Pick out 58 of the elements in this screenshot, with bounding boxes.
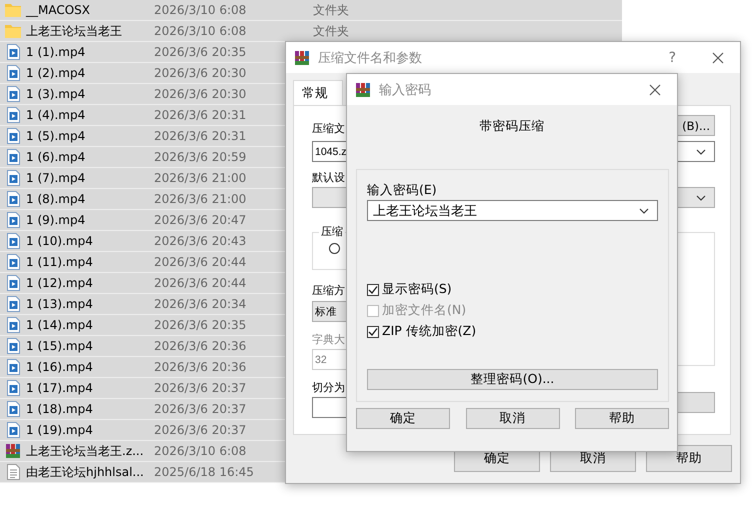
file-date: 2026/3/6 20:47 (154, 213, 246, 227)
file-name: 1 (14).mp4 (26, 318, 93, 332)
dialog-heading: 带密码压缩 (478, 118, 546, 135)
file-name: 1 (13).mp4 (26, 297, 93, 311)
file-name: 1 (8).mp4 (26, 192, 86, 206)
field-label: 输入密码(E) (367, 182, 438, 199)
file-date: 2026/3/6 20:36 (154, 339, 246, 353)
file-date: 2026/3/6 20:43 (154, 234, 246, 248)
file-date: 2026/3/6 20:35 (154, 45, 246, 59)
file-date: 2026/3/6 20:37 (154, 381, 246, 395)
file-name: 上老王论坛当老王.z... (26, 442, 144, 460)
file-date: 2026/3/6 20:30 (154, 87, 246, 101)
file-date: 2026/3/6 20:31 (154, 129, 246, 143)
field-label: 压缩方 (312, 283, 345, 298)
file-name: 1 (1).mp4 (26, 45, 86, 59)
window-title: 输入密码 (379, 82, 432, 98)
file-date: 2026/3/6 20:44 (154, 276, 246, 290)
file-name: 1 (4).mp4 (26, 108, 86, 122)
file-type: 文件夹 (313, 22, 349, 40)
file-date: 2026/3/10 6:08 (154, 3, 246, 17)
file-name: 1 (12).mp4 (26, 276, 93, 290)
file-date: 2026/3/6 20:37 (154, 423, 246, 437)
file-name: 1 (15).mp4 (26, 339, 93, 353)
file-date: 2026/3/6 21:00 (154, 171, 246, 185)
field-label: 切分为 (312, 380, 345, 395)
file-date: 2026/3/6 20:59 (154, 150, 246, 164)
file-name: 1 (16).mp4 (26, 360, 93, 374)
file-date: 2026/3/6 20:34 (154, 297, 246, 311)
file-name: 1 (10).mp4 (26, 234, 93, 248)
file-name: 1 (5).mp4 (26, 129, 86, 143)
file-date: 2026/3/6 20:44 (154, 255, 246, 269)
file-date: 2026/3/6 20:35 (154, 318, 246, 332)
file-name: 上老王论坛当老王 (26, 22, 122, 40)
file-date: 2026/3/10 6:08 (154, 24, 246, 38)
file-name: 1 (7).mp4 (26, 171, 86, 185)
file-name: 由老王论坛hjhhlsal... (26, 464, 144, 480)
group-title: 压缩 (319, 224, 345, 239)
field-label: 默认设 (312, 170, 346, 185)
file-date: 2026/3/6 20:37 (154, 402, 246, 416)
file-type: 文件夹 (313, 2, 349, 18)
file-name: 1 (18).mp4 (26, 402, 93, 416)
file-date: 2026/3/6 20:31 (154, 108, 246, 122)
file-date: 2026/3/6 20:36 (154, 360, 246, 374)
file-date: 2025/6/18 16:45 (154, 465, 254, 479)
file-name: 1 (6).mp4 (26, 150, 86, 164)
field-label: 字典大 (312, 332, 345, 347)
file-name: 1 (17).mp4 (26, 381, 93, 395)
field-label: 压缩文 (312, 121, 345, 136)
file-date: 2026/3/10 6:08 (154, 444, 246, 458)
file-name: 1 (11).mp4 (26, 255, 93, 269)
file-date: 2026/3/6 20:30 (154, 66, 246, 80)
window-title: 压缩文件名和参数 (318, 50, 423, 66)
file-name: 1 (3).mp4 (26, 87, 86, 101)
file-date: 2026/3/6 21:00 (154, 192, 246, 206)
file-name: __MACOSX (26, 3, 90, 17)
file-name: 1 (19).mp4 (26, 423, 93, 437)
file-name: 1 (9).mp4 (26, 213, 86, 227)
file-name: 1 (2).mp4 (26, 66, 86, 80)
